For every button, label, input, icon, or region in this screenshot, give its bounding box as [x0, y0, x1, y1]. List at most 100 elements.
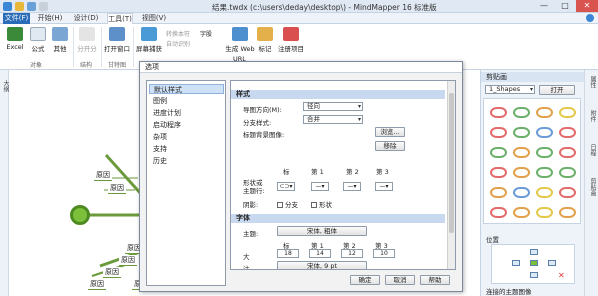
category-history[interactable]: 历史: [149, 156, 224, 166]
maximize-button[interactable]: □: [555, 0, 575, 12]
callout-shape-icon[interactable]: [536, 147, 553, 158]
callout-shape-icon[interactable]: [513, 167, 530, 178]
level1-line-select[interactable]: —▾: [311, 182, 329, 191]
topic-font-button[interactable]: 宋体, 粗体: [277, 226, 367, 236]
minimize-button[interactable]: —: [534, 0, 554, 12]
ok-button[interactable]: 确定: [350, 275, 380, 285]
auto-recognize-button[interactable]: 自动识别: [166, 39, 190, 48]
side-tab-properties[interactable]: 属性: [588, 76, 597, 88]
callout-shape-icon[interactable]: [490, 127, 507, 138]
close-button[interactable]: ✕: [576, 0, 598, 12]
tab-home[interactable]: 开始(H): [36, 13, 64, 24]
callout-shape-icon[interactable]: [536, 207, 553, 218]
cause-node[interactable]: 原因: [103, 267, 121, 278]
callout-shape-icon[interactable]: [490, 167, 507, 178]
category-support[interactable]: 支持: [149, 144, 224, 154]
checkbox-icon[interactable]: [311, 202, 317, 208]
position-picker[interactable]: ✕: [491, 244, 575, 284]
category-schedule[interactable]: 进度计划: [149, 108, 224, 118]
callout-shape-icon[interactable]: [536, 187, 553, 198]
main-size-input[interactable]: 18: [277, 249, 299, 258]
formula-button[interactable]: 公式: [28, 27, 48, 53]
cancel-button[interactable]: 取消: [385, 275, 415, 285]
clipart-category-select[interactable]: 1_Shapes ▾: [485, 85, 535, 94]
callout-shape-icon[interactable]: [559, 127, 576, 138]
callout-shape-icon[interactable]: [536, 127, 553, 138]
position-top-icon[interactable]: [530, 249, 538, 255]
help-icon[interactable]: [586, 14, 594, 22]
main-shape-select[interactable]: ⊂⊃▾: [277, 182, 295, 191]
branch-style-select[interactable]: 合并 ▾: [303, 115, 363, 124]
browse-button[interactable]: 浏览...: [375, 127, 405, 137]
split-button[interactable]: 分开分: [76, 27, 98, 53]
options-category-list[interactable]: 默认样式 图例 进度计划 启动程序 杂项 支持 历史: [146, 80, 226, 286]
tab-design[interactable]: 设计(D): [72, 13, 100, 24]
callout-shape-icon[interactable]: [513, 207, 530, 218]
outline-tab[interactable]: 大纲: [1, 80, 10, 92]
callout-shape-icon[interactable]: [559, 207, 576, 218]
callout-shape-icon[interactable]: [536, 167, 553, 178]
generate-web-button[interactable]: 生成 Web: [225, 27, 255, 53]
callout-shape-icon[interactable]: [536, 107, 553, 118]
open-window-button[interactable]: 打开窗口: [103, 27, 131, 53]
dictionary-button[interactable]: 字股: [200, 29, 212, 38]
level1-size-input[interactable]: 14: [309, 249, 331, 258]
open-icon[interactable]: [15, 2, 24, 11]
tab-view[interactable]: 视图(V): [140, 13, 168, 24]
callout-shape-icon[interactable]: [490, 147, 507, 158]
callout-shape-icon[interactable]: [559, 107, 576, 118]
side-tab-schedule[interactable]: 日程: [588, 144, 597, 156]
register-button[interactable]: 注册项目: [276, 27, 306, 53]
outline-strip[interactable]: 大纲: [0, 70, 9, 296]
checkbox-icon[interactable]: [277, 202, 283, 208]
level2-line-select[interactable]: —▾: [343, 182, 361, 191]
delete-icon[interactable]: ✕: [558, 271, 565, 280]
screen-capture-button[interactable]: 屏幕捕获: [135, 27, 163, 53]
position-bottom-icon[interactable]: [530, 272, 538, 278]
callout-shape-icon[interactable]: [513, 127, 530, 138]
callout-shape-icon[interactable]: [559, 187, 576, 198]
callout-shape-icon[interactable]: [559, 147, 576, 158]
help-button[interactable]: 帮助: [420, 275, 450, 285]
convert-text-button[interactable]: 转换本符: [166, 29, 190, 38]
marker-button[interactable]: 标记: [256, 27, 274, 53]
branch-checkbox[interactable]: 分支: [277, 199, 298, 209]
tab-tools[interactable]: 工具(T): [107, 13, 133, 24]
tab-file[interactable]: 文件(F): [3, 13, 30, 24]
remove-button[interactable]: 移除: [375, 141, 405, 151]
cause-node[interactable]: 原因: [119, 255, 137, 266]
other-button[interactable]: 其他: [50, 27, 70, 53]
cause-node[interactable]: 原因: [88, 279, 106, 290]
cause-node[interactable]: 原因: [94, 170, 112, 181]
category-startup[interactable]: 启动程序: [149, 120, 224, 130]
side-tab-clipart[interactable]: 剪贴画: [588, 178, 597, 196]
clipart-gallery[interactable]: [483, 98, 581, 224]
undo-icon[interactable]: [39, 2, 48, 11]
position-center-icon[interactable]: [530, 260, 538, 266]
note-font-button[interactable]: 宋体, 9 pt: [277, 261, 367, 269]
callout-shape-icon[interactable]: [559, 167, 576, 178]
category-legend[interactable]: 图例: [149, 96, 224, 106]
scroll-thumb[interactable]: [449, 93, 454, 233]
callout-shape-icon[interactable]: [513, 187, 530, 198]
level3-line-select[interactable]: —▾: [375, 182, 393, 191]
callout-shape-icon[interactable]: [490, 187, 507, 198]
save-icon[interactable]: [27, 2, 36, 11]
position-right-icon[interactable]: [548, 260, 556, 266]
root-node[interactable]: [70, 205, 90, 225]
excel-button[interactable]: Excel: [4, 27, 26, 51]
side-tab-attachments[interactable]: 附件: [588, 110, 597, 122]
callout-shape-icon[interactable]: [490, 207, 507, 218]
level3-size-input[interactable]: 10: [373, 249, 395, 258]
callout-shape-icon[interactable]: [513, 107, 530, 118]
cause-node[interactable]: 原因: [108, 183, 126, 194]
settings-scrollbar[interactable]: [447, 81, 455, 269]
layout-select[interactable]: 径向 ▾: [303, 102, 363, 111]
category-default-style[interactable]: 默认样式: [149, 84, 224, 94]
level2-size-input[interactable]: 12: [341, 249, 363, 258]
shape-checkbox[interactable]: 形状: [311, 199, 332, 209]
callout-shape-icon[interactable]: [513, 147, 530, 158]
category-misc[interactable]: 杂项: [149, 132, 224, 142]
position-left-icon[interactable]: [512, 260, 520, 266]
callout-shape-icon[interactable]: [490, 107, 507, 118]
